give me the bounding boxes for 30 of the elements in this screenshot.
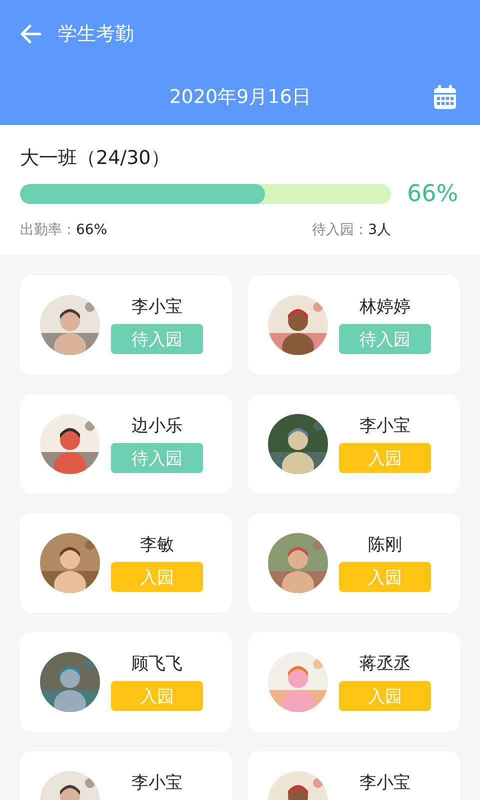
pending-value: 3人 (368, 222, 391, 238)
page-title: 学生考勤 (58, 22, 134, 47)
student-card[interactable]: 李敏 入园 (20, 513, 232, 613)
student-name: 林婷婷 (360, 296, 410, 318)
student-name: 李小宝 (360, 415, 410, 437)
student-name: 顾飞飞 (132, 653, 182, 675)
student-name: 李敏 (140, 534, 174, 556)
date-label: 2020年9月16日 (169, 84, 311, 110)
calendar-icon[interactable] (434, 84, 456, 108)
student-card[interactable]: 林婷婷 待入园 (248, 275, 460, 375)
pending-label: 待入园： (312, 222, 368, 238)
student-name: 李小宝 (132, 296, 182, 318)
rate-label: 出勤率： (20, 222, 76, 238)
student-name: 蒋丞丞 (360, 653, 410, 675)
student-card[interactable]: 蒋丞丞 入园 (248, 632, 460, 732)
student-card[interactable]: 顾飞飞 入园 (20, 632, 232, 732)
student-name: 陈刚 (368, 534, 402, 556)
student-card[interactable]: 李小宝 入园 (248, 394, 460, 494)
percent-label: 66% (407, 181, 458, 207)
student-card[interactable]: 李小宝 (20, 751, 232, 800)
rate-value: 66% (76, 222, 108, 238)
student-name: 李小宝 (132, 772, 182, 794)
student-name: 李小宝 (360, 772, 410, 794)
back-icon[interactable] (20, 24, 42, 44)
student-card[interactable]: 边小乐 待入园 (20, 394, 232, 494)
student-card[interactable]: 陈刚 入园 (248, 513, 460, 613)
student-card[interactable]: 李小宝 (248, 751, 460, 800)
class-title: 大一班（24/30） (20, 146, 171, 171)
student-card[interactable]: 李小宝 待入园 (20, 275, 232, 375)
student-name: 边小乐 (132, 415, 182, 437)
